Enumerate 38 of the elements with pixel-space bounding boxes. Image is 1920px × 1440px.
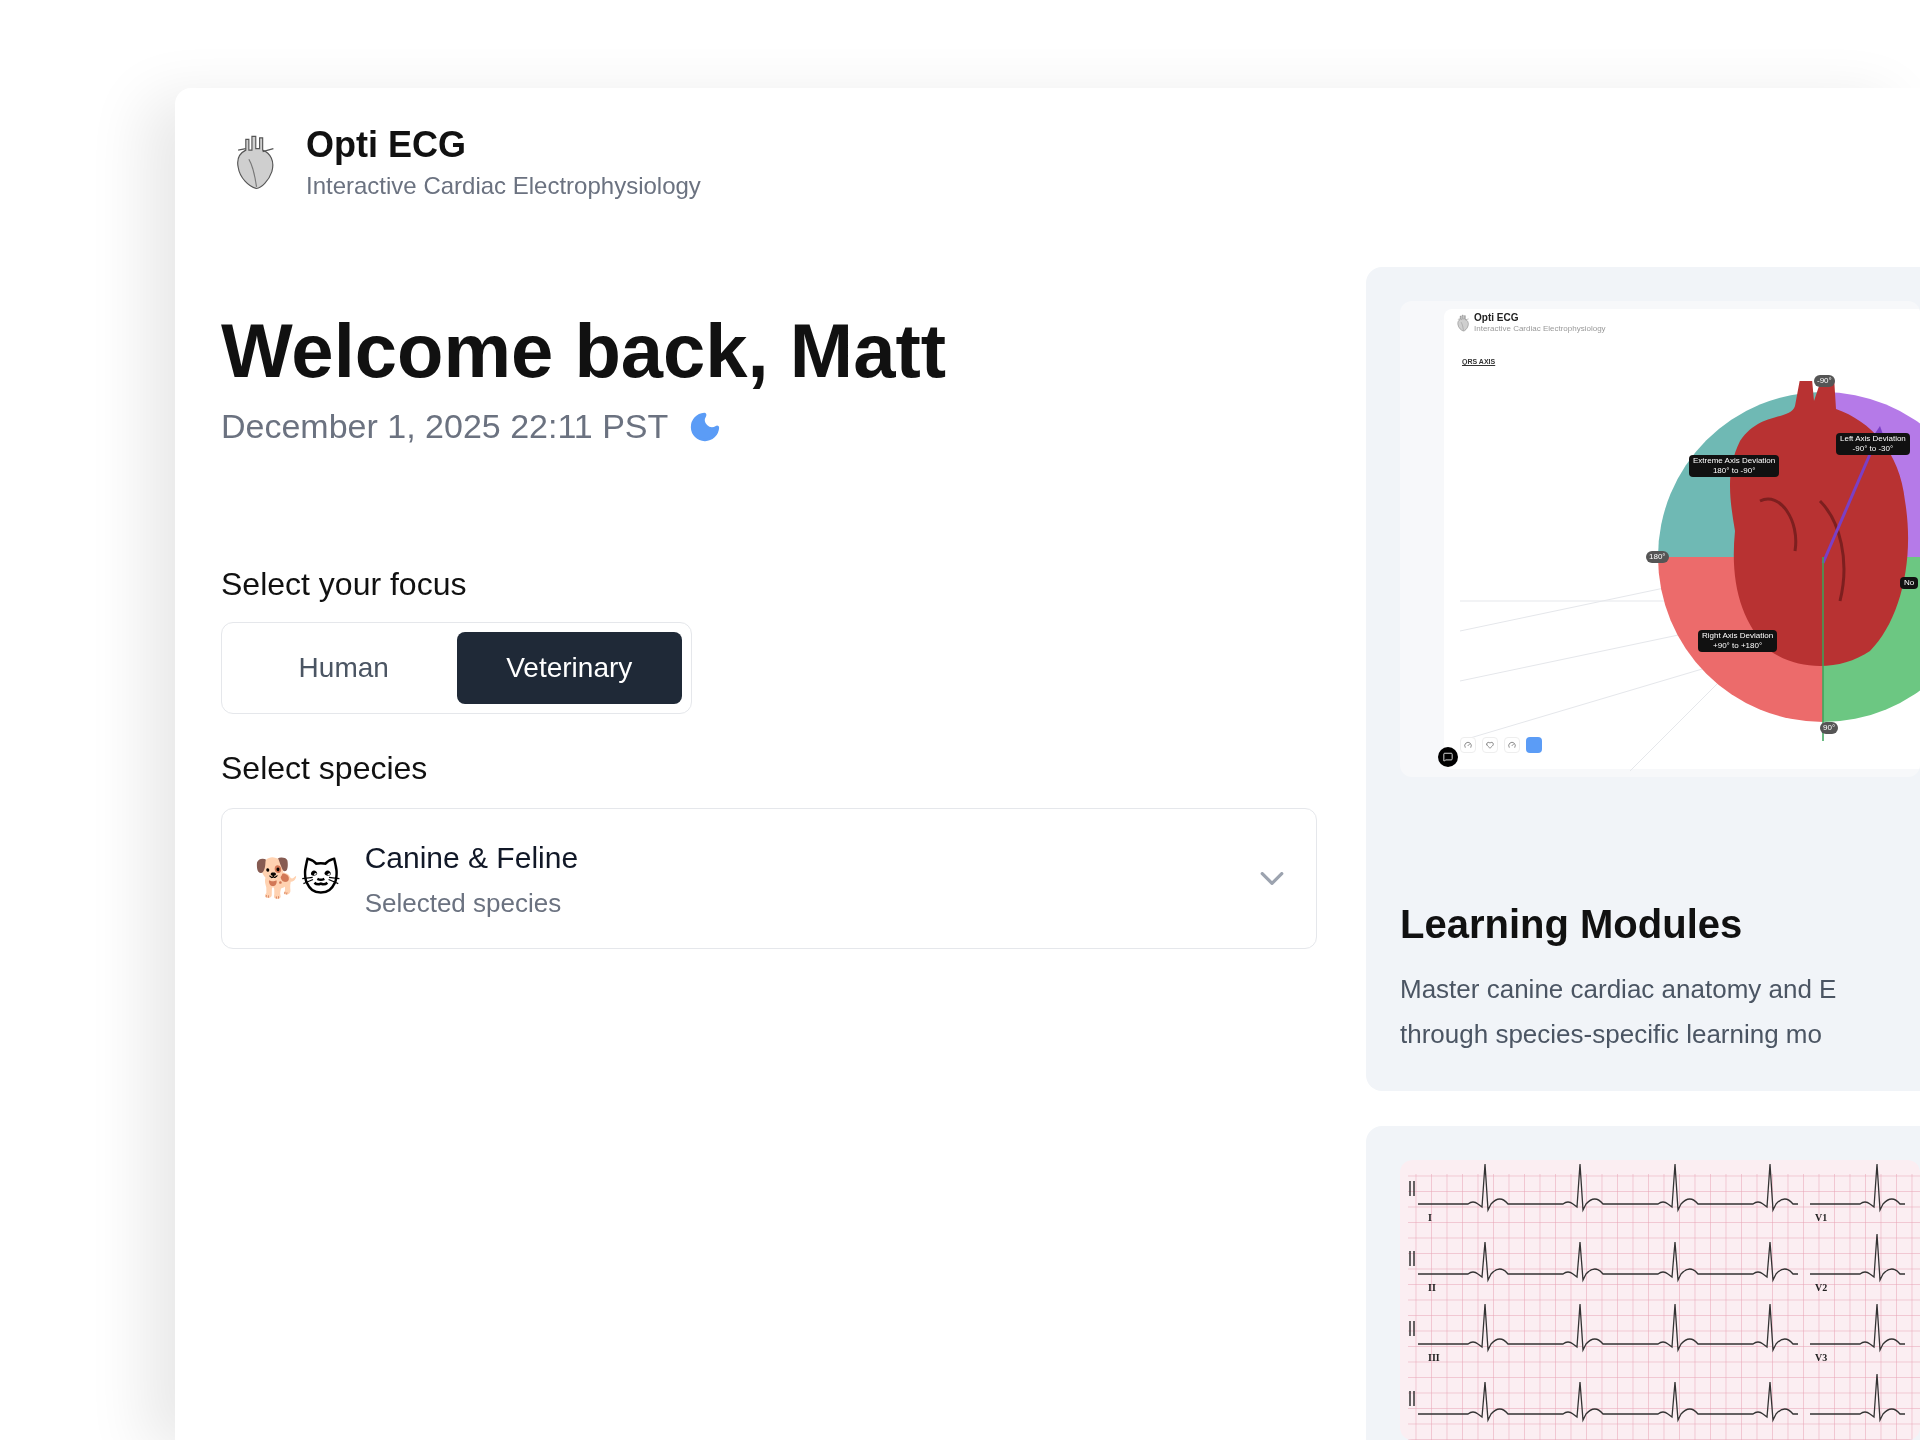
focus-label: Select your focus [221, 565, 468, 604]
lead-label: V2 [1815, 1281, 1828, 1295]
app-subtitle: Interactive Cardiac Electrophysiology [306, 171, 701, 201]
module-title: Learning Modules [1400, 901, 1744, 948]
species-value: Canine & Feline [364, 839, 580, 876]
zone-name: No [1904, 578, 1915, 588]
active-toolbar-button[interactable] [1526, 737, 1542, 753]
species-hint: Selected species [364, 886, 563, 920]
heart-toolbar-icon[interactable] [1482, 737, 1498, 753]
date-time: December 1, 2025 22:11 PST [221, 406, 669, 447]
lead-label: III [1428, 1351, 1440, 1365]
focus-tab[interactable]: Veterinary [456, 632, 682, 704]
chevron-down-icon [1260, 872, 1284, 885]
degree-badge: 180° [1646, 551, 1669, 563]
module-description: Master canine cardiac anatomy and E through species-specific learning mo [1400, 973, 1838, 1051]
zone-range: 180° to -90° [1712, 466, 1756, 476]
zone-name: Extreme Axis Deviation [1693, 456, 1776, 466]
zone-range: +90° to +180° [1713, 641, 1763, 651]
welcome-heading: Welcome back, Matt [221, 307, 948, 395]
lead-label: V1 [1815, 1211, 1828, 1225]
preview-app-title: Opti ECG [1474, 313, 1520, 323]
zone-range: -90° to -30° [1852, 444, 1894, 454]
degree-badge: 90° [1820, 722, 1839, 734]
preview-app-subtitle: Interactive Cardiac Electrophysiology [1474, 325, 1606, 333]
module-card[interactable] [1366, 267, 1920, 1091]
species-label: Select species [221, 749, 429, 788]
chat-icon[interactable] [1438, 747, 1458, 767]
zone-name: Right Axis Deviation [1702, 631, 1774, 641]
degree-badge: -90° [1814, 375, 1835, 387]
app-title: Opti ECG [306, 123, 467, 167]
module-card[interactable]: I II III V1 V2 V3 [1366, 1126, 1920, 1440]
anatomical-heart-icon [1456, 314, 1470, 332]
view-toolbar-icon[interactable] [1460, 737, 1476, 753]
lead-label: I [1428, 1211, 1432, 1225]
lead-label: II [1428, 1281, 1436, 1295]
species-icon: 🐕🐱 [254, 850, 341, 907]
lead-label: V3 [1815, 1351, 1828, 1365]
zone-name: Left Axis Deviation [1840, 434, 1906, 444]
